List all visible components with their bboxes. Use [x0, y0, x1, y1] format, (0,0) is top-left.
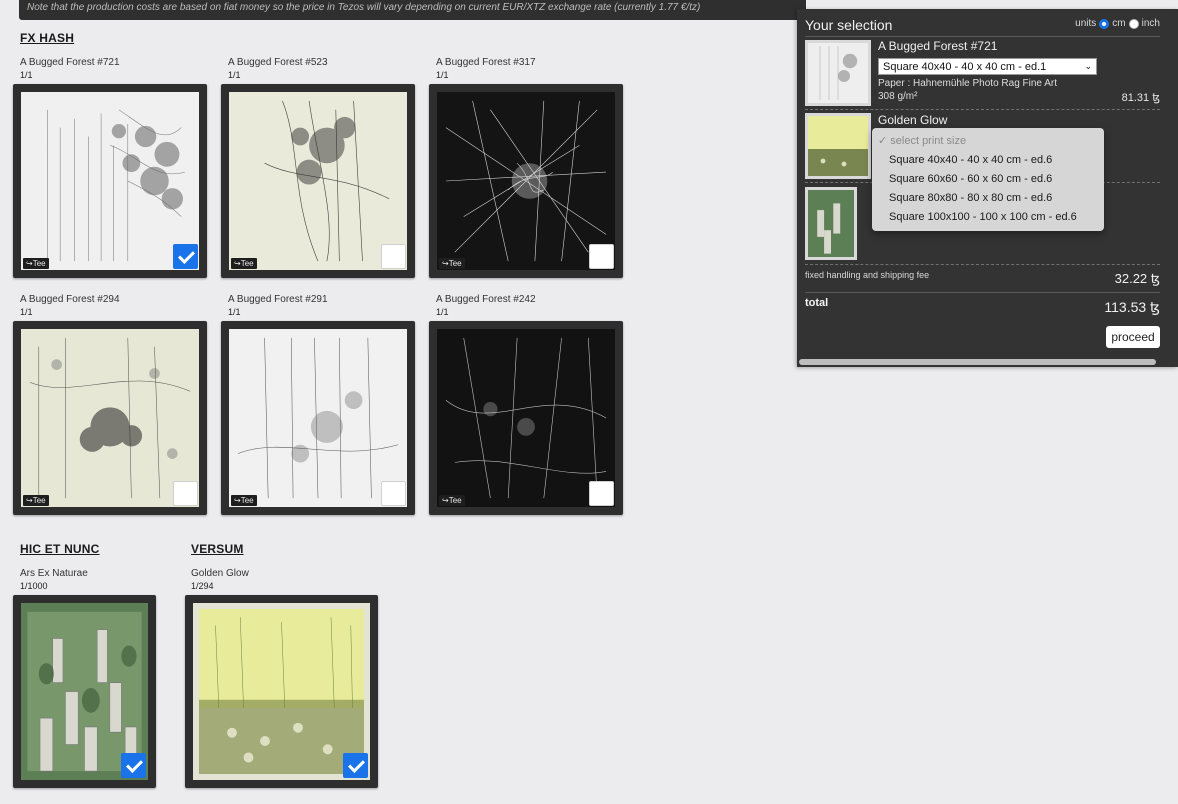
- chevron-down-icon: ⌄: [1084, 61, 1092, 71]
- card-label: Golden Glow 1/294: [191, 568, 249, 592]
- total-value: 113.53 ꜩ: [1104, 299, 1160, 315]
- print-size-dropdown[interactable]: ✓ select print size Square 40x40 - 40 x …: [872, 128, 1104, 231]
- fee-label: fixed handling and shipping fee: [805, 270, 930, 280]
- horizontal-scrollbar[interactable]: [799, 359, 1156, 365]
- selected-thumb-721: [805, 40, 871, 106]
- card-label: A Bugged Forest #242 1/1: [436, 294, 536, 318]
- total-label: total: [805, 297, 829, 309]
- card-title: A Bugged Forest #242: [436, 294, 536, 305]
- artwork-card-294[interactable]: ↪Tee: [13, 321, 207, 515]
- artwork-card-523[interactable]: ↪Tee: [221, 84, 415, 278]
- unit-inch-label[interactable]: inch: [1142, 18, 1160, 29]
- card-label: Ars Ex Naturae 1/1000: [20, 568, 88, 592]
- divider: [805, 264, 1160, 265]
- tee-badge: ↪Tee: [439, 495, 465, 506]
- tee-badge: ↪Tee: [231, 495, 257, 506]
- select-checkbox[interactable]: [343, 753, 368, 778]
- print-size-value: Square 40x40 - 40 x 40 cm - ed.1: [883, 60, 1047, 73]
- card-title: A Bugged Forest #721: [20, 57, 120, 68]
- unit-cm-label[interactable]: cm: [1112, 18, 1125, 29]
- section-title-fxhash[interactable]: FX HASH: [20, 31, 74, 45]
- card-label: A Bugged Forest #291 1/1: [228, 294, 328, 318]
- card-edition: 1/1: [20, 307, 33, 317]
- artwork-image: [229, 329, 407, 507]
- divider: [805, 292, 1160, 293]
- divider: [805, 109, 1160, 110]
- artwork-card-317[interactable]: ↪Tee: [429, 84, 623, 278]
- artwork-image: [437, 329, 615, 507]
- card-label: A Bugged Forest #317 1/1: [436, 57, 536, 81]
- dropdown-option-40[interactable]: Square 40x40 - 40 x 40 cm - ed.6: [872, 151, 1104, 170]
- artwork-image: [437, 92, 615, 270]
- artwork-card-242[interactable]: ↪Tee: [429, 321, 623, 515]
- card-title: Golden Glow: [191, 568, 249, 579]
- selection-header: Your selection: [805, 17, 893, 33]
- divider: [805, 36, 1160, 37]
- card-edition: 1/294: [191, 581, 214, 591]
- card-title: A Bugged Forest #523: [228, 57, 328, 68]
- card-title: A Bugged Forest #291: [228, 294, 328, 305]
- card-edition: 1/1: [436, 307, 449, 317]
- card-title: Ars Ex Naturae: [20, 568, 88, 579]
- selection-panel: Your selection units cm inch A Bugged Fo…: [797, 9, 1178, 367]
- select-checkbox[interactable]: [173, 244, 198, 269]
- artwork-image: [229, 92, 407, 270]
- card-label: A Bugged Forest #721 1/1: [20, 57, 120, 81]
- item-price: 81.31 ꜩ: [1121, 92, 1160, 104]
- section-title-hicetnunc[interactable]: HIC ET NUNC: [20, 542, 100, 556]
- select-checkbox[interactable]: [121, 753, 146, 778]
- card-title: A Bugged Forest #294: [20, 294, 120, 305]
- dropdown-option-100[interactable]: Square 100x100 - 100 x 100 cm - ed.6: [872, 208, 1104, 227]
- select-checkbox[interactable]: [173, 481, 198, 506]
- tee-badge: ↪Tee: [23, 258, 49, 269]
- dropdown-option-60[interactable]: Square 60x60 - 60 x 60 cm - ed.6: [872, 170, 1104, 189]
- card-edition: 1/1: [228, 307, 241, 317]
- paper-info: Paper : Hahnemühle Photo Rag Fine Art 30…: [878, 77, 1057, 103]
- selected-thumb-golden-glow: [805, 113, 871, 179]
- select-checkbox[interactable]: [589, 244, 614, 269]
- selected-item-title: Golden Glow: [878, 113, 948, 127]
- select-checkbox[interactable]: [589, 481, 614, 506]
- card-title: A Bugged Forest #317: [436, 57, 536, 68]
- dropdown-option-80[interactable]: Square 80x80 - 80 x 80 cm - ed.6: [872, 189, 1104, 208]
- card-edition: 1/1: [436, 70, 449, 80]
- tee-badge: ↪Tee: [23, 495, 49, 506]
- units-toggle: units cm inch: [1075, 18, 1160, 29]
- card-edition: 1/1000: [20, 581, 48, 591]
- fee-value: 32.22 ꜩ: [1114, 271, 1160, 286]
- section-title-versum[interactable]: VERSUM: [191, 542, 244, 556]
- card-label: A Bugged Forest #523 1/1: [228, 57, 328, 81]
- unit-inch-radio[interactable]: [1128, 18, 1139, 29]
- artwork-card-ars-ex-naturae[interactable]: [13, 595, 156, 788]
- artwork-card-291[interactable]: ↪Tee: [221, 321, 415, 515]
- artwork-image: [21, 329, 199, 507]
- unit-cm-radio[interactable]: [1099, 18, 1110, 29]
- units-label: units: [1075, 18, 1097, 29]
- card-edition: 1/1: [20, 70, 33, 80]
- select-checkbox[interactable]: [381, 481, 406, 506]
- card-edition: 1/1: [228, 70, 241, 80]
- exchange-rate-note: Note that the production costs are based…: [19, 0, 806, 20]
- card-label: A Bugged Forest #294 1/1: [20, 294, 120, 318]
- artwork-card-golden-glow[interactable]: [185, 595, 378, 788]
- selected-item-title: A Bugged Forest #721: [878, 39, 998, 53]
- paper-weight: 308 g/m²: [878, 91, 918, 102]
- selected-thumb-ars-ex-naturae: [805, 187, 857, 260]
- print-size-select[interactable]: Square 40x40 - 40 x 40 cm - ed.1 ⌄: [878, 58, 1097, 75]
- artwork-card-721[interactable]: ↪Tee: [13, 84, 207, 278]
- proceed-button[interactable]: proceed: [1106, 326, 1160, 348]
- artwork-image: [21, 92, 199, 270]
- tee-badge: ↪Tee: [439, 258, 465, 269]
- dropdown-option-placeholder[interactable]: ✓ select print size: [872, 132, 1104, 151]
- select-checkbox[interactable]: [381, 244, 406, 269]
- paper-type: Paper : Hahnemühle Photo Rag Fine Art: [878, 78, 1057, 89]
- tee-badge: ↪Tee: [231, 258, 257, 269]
